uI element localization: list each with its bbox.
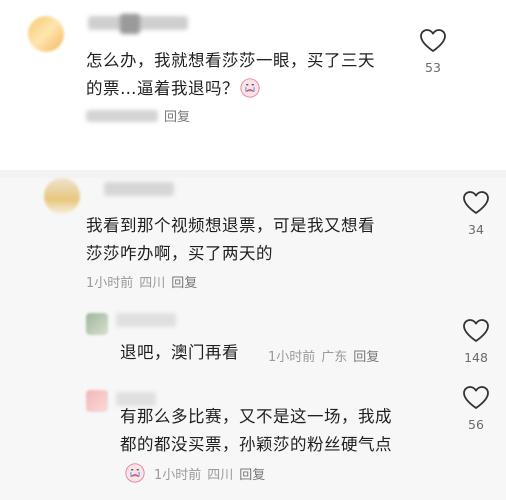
timestamp: 1小时前 (268, 350, 316, 365)
like-count: 148 (464, 350, 488, 365)
like-count: 56 (468, 417, 484, 432)
heart-outline-icon (463, 191, 489, 214)
avatar[interactable] (86, 390, 108, 412)
heart-outline-icon (463, 386, 489, 409)
reply-button[interactable]: 回复 (239, 464, 265, 483)
username-redacted (116, 313, 176, 327)
crying-face-icon (240, 78, 260, 98)
comment-text: 怎么办，我就想看莎莎一眼，买了三天 的票…逼着我退吗？ (86, 51, 375, 98)
reply-text: 退吧，澳门再看 (120, 343, 239, 362)
divider (0, 170, 506, 178)
like-button[interactable]: 34 (456, 190, 496, 237)
time-location-redacted (86, 109, 158, 122)
reply-button[interactable]: 回复 (171, 272, 197, 291)
reply-meta: 1小时前 四川 回复 (124, 462, 265, 484)
like-button[interactable]: 148 (456, 318, 496, 365)
timestamp: 1小时前 (154, 467, 202, 483)
location: 广东 (321, 350, 348, 365)
comment-meta: 回复 (86, 106, 190, 125)
heart-outline-icon (463, 319, 489, 342)
location: 四川 (139, 276, 166, 291)
reply-text: 有那么多比赛，又不是这一场，我成 都的都没买票，孙颖莎的粉丝硬气点 (120, 407, 392, 454)
like-count: 53 (425, 60, 441, 75)
like-count: 34 (468, 222, 484, 237)
avatar[interactable] (86, 313, 108, 335)
reply-button[interactable]: 回复 (164, 106, 190, 125)
crying-face-icon (125, 463, 145, 483)
like-button[interactable]: 53 (413, 28, 453, 75)
username-redacted (120, 14, 140, 34)
timestamp: 1小时前 (86, 276, 134, 291)
reply-button[interactable]: 回复 (353, 346, 379, 365)
comment-meta: 1小时前 四川 回复 (86, 272, 197, 291)
comment-text: 我看到那个视频想退票，可是我又想看 莎莎咋办啊，买了两天的 (86, 216, 375, 263)
heart-outline-icon (420, 29, 446, 52)
location: 四川 (207, 467, 234, 483)
reply-meta: 1小时前 广东 回复 (268, 346, 379, 365)
avatar[interactable] (44, 178, 80, 214)
avatar[interactable] (28, 16, 64, 52)
like-button[interactable]: 56 (456, 385, 496, 432)
username-redacted (104, 182, 174, 196)
